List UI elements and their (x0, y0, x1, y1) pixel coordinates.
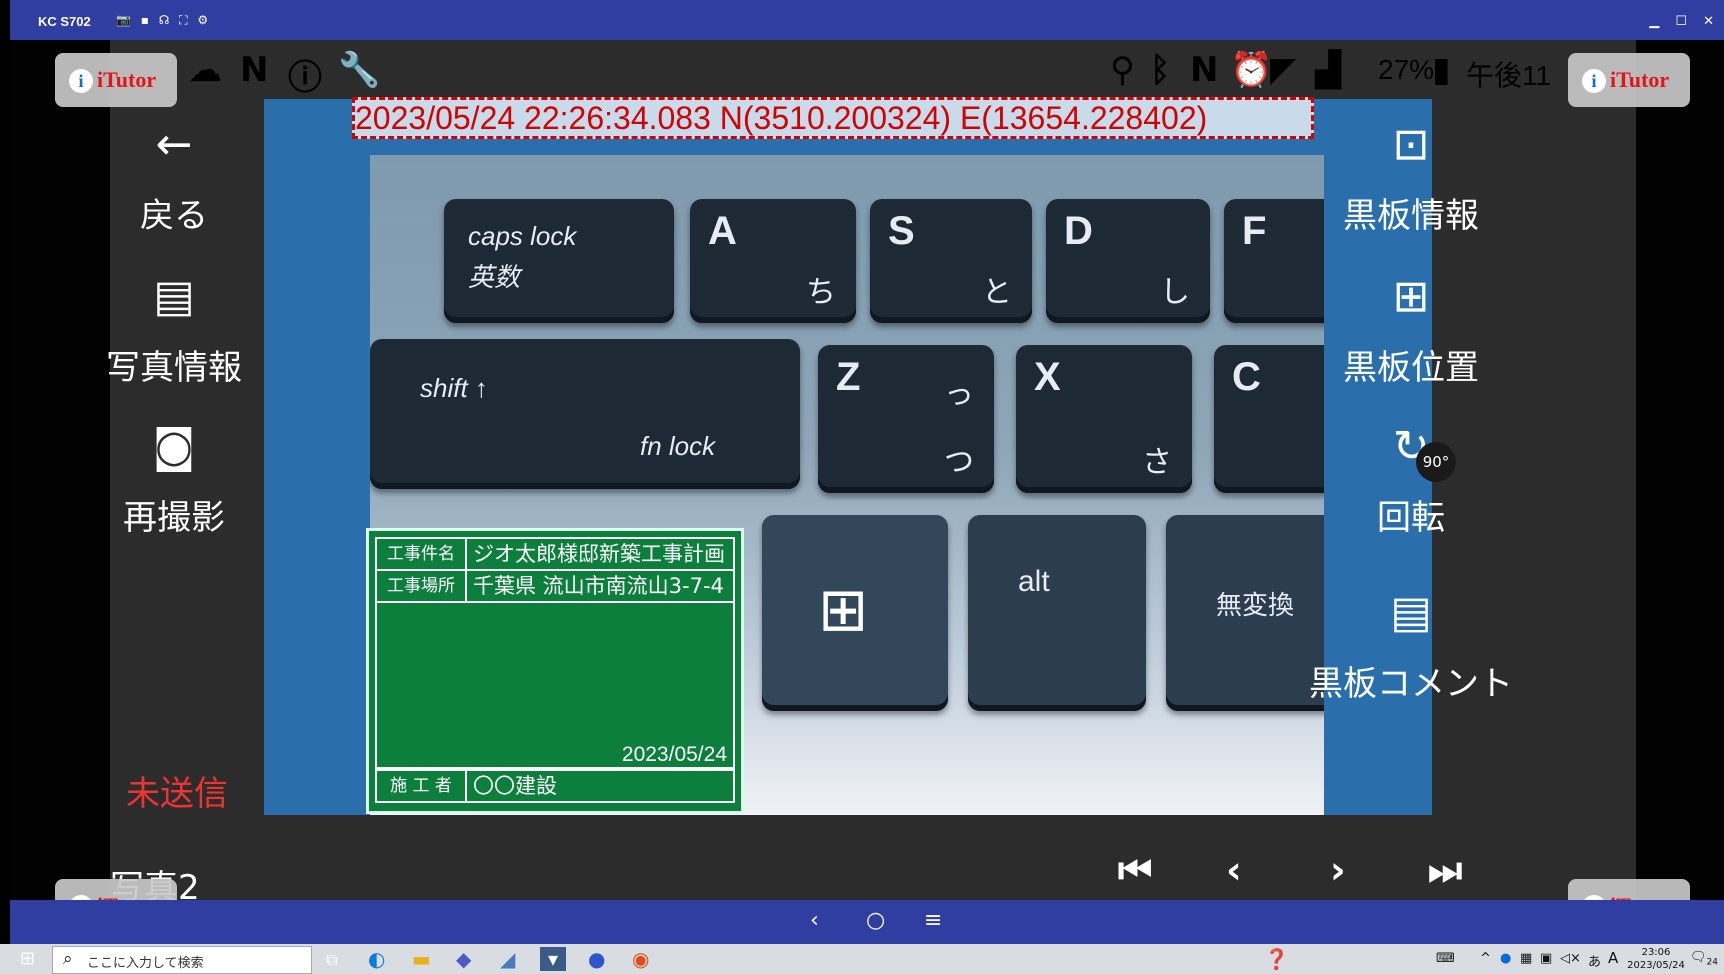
next-icon: › (1330, 848, 1346, 892)
nav-back-icon[interactable]: ‹ (810, 908, 819, 933)
photo-info-label: 写真情報 (106, 348, 242, 388)
n-app-taskbar-icon[interactable]: ● (588, 947, 605, 971)
app-area: ☁ N ⓘ 🔧 ⚲ ᛒ N ⏰ ◤ ▟ 27% ▮ 午後11 ← 戻る ▤ 写真… (106, 40, 1636, 908)
rotate-angle-badge: 90° (1416, 442, 1456, 482)
back-arrow-icon: ← (155, 119, 193, 170)
teams-icon[interactable]: ◆ (456, 947, 471, 971)
tray-keyboard-icon[interactable]: ⌨ (1436, 951, 1455, 966)
key-f: F (1224, 199, 1324, 323)
tray-volume-icon[interactable]: ◁× (1560, 951, 1581, 966)
board-info-label: 黒板情報 (1343, 196, 1479, 236)
window-titlebar: KC S702 📷 ▪ ☊ ⛶ ⚙ ▁ ☐ ✕ (10, 0, 1724, 40)
notification-icon[interactable]: 🗨24 (1690, 950, 1718, 968)
android-navbar: ‹ ○ ≡ (10, 900, 1724, 944)
cloud-icon: ☁ (188, 50, 222, 90)
back-button[interactable]: ← 戻る (104, 120, 244, 237)
key-x: Xさ (1016, 345, 1192, 493)
info-icon: ⓘ (288, 58, 322, 98)
android-screen: ☁ N ⓘ 🔧 ⚲ ᛒ N ⏰ ◤ ▟ 27% ▮ 午後11 ← 戻る ▤ 写真… (10, 40, 1724, 908)
windows-taskbar: ⊞ ⌕ ここに入力して検索 ⧉ ◐ ▬ ◆ ◢ ▾ ● ◉ ❓ ⌨ ^ ● ▦ … (0, 944, 1724, 974)
window-controls[interactable]: ▁ ☐ ✕ (1649, 14, 1720, 29)
explorer-icon[interactable]: ▬ (412, 947, 431, 971)
board-row-name: 工事件名 ジオ太郎様邸新築工事計画 (375, 537, 735, 571)
board-row-place: 工事場所 千葉県 流山市南流山3-7-4 (375, 569, 735, 603)
last-icon: ⏭ (1428, 848, 1463, 892)
location-icon: ⚲ (1110, 50, 1135, 90)
app-icon[interactable]: ◢ (500, 947, 515, 971)
edge-icon[interactable]: ◐ (368, 947, 385, 971)
key-alt: alt (968, 515, 1146, 711)
previous-photo-button[interactable]: ‹ (1226, 848, 1242, 892)
nav-home-icon[interactable]: ○ (866, 908, 885, 933)
search-icon: ⌕ (63, 949, 73, 969)
alarm-icon: ⏰ (1230, 50, 1273, 90)
battery-icon: ▮ (1432, 50, 1451, 90)
first-icon: ⏮ (1118, 848, 1153, 892)
retake-label: 再撮影 (123, 498, 225, 538)
key-z: Z っ つ (818, 345, 994, 493)
tray-itutor-icon[interactable]: ● (1500, 951, 1511, 966)
key-caps: caps lock 英数 (444, 199, 674, 323)
grid-icon: ⊞ (1392, 271, 1430, 322)
first-photo-button[interactable]: ⏮ (1118, 848, 1152, 893)
n-app-icon: N (240, 50, 269, 90)
nav-menu-icon[interactable]: ≡ (924, 908, 942, 933)
key-shift: shift ↑ fn lock (370, 339, 800, 489)
photo-info-button[interactable]: ▤ 写真情報 (104, 272, 244, 389)
photo-timestamp: 2023/05/24 22:26:34.083 N(3510.200324) E… (352, 97, 1314, 139)
kc-app-icon[interactable]: ▾ (540, 947, 567, 971)
key-a: Aち (690, 199, 856, 323)
itutor-watermark-tr: i iTutor (1568, 53, 1690, 107)
signal-icon: ▟ (1315, 50, 1342, 90)
board-comment-button[interactable]: ▤ 黒板コメント (1296, 588, 1526, 705)
next-photo-button[interactable]: › (1330, 848, 1346, 892)
key-d: Dし (1046, 199, 1210, 323)
tray-network-icon[interactable]: ▦ (1520, 951, 1532, 966)
help-icon[interactable]: ❓ (1264, 947, 1289, 971)
board-position-button[interactable]: ⊞ 黒板位置 (1326, 272, 1496, 389)
battery-percent: 27% (1378, 54, 1435, 85)
windows-logo-icon: ⊞ (818, 575, 869, 645)
nfc-icon: N (1190, 50, 1219, 90)
board-date: 2023/05/24 (621, 743, 727, 766)
rotate-icon: ↻ (1392, 421, 1430, 472)
bluetooth-icon: ᛒ (1150, 50, 1171, 90)
titlebar-tool-icons[interactable]: 📷 ▪ ☊ ⛶ ⚙ (116, 13, 211, 28)
status-time: 午後11 (1466, 60, 1552, 91)
start-icon[interactable]: ⊞ (20, 948, 35, 969)
taskbar-clock[interactable]: 23:06 2023/05/24 (1626, 946, 1686, 972)
tray-display-icon[interactable]: ▣ (1540, 951, 1552, 966)
comment-icon: ▤ (1390, 587, 1432, 638)
camera-icon: ◙ (152, 421, 196, 472)
wifi-icon: ◤ (1270, 50, 1297, 90)
unsent-status: 未送信 (126, 774, 228, 814)
board-info-button[interactable]: ⊡ 黒板情報 (1326, 120, 1496, 237)
itutor-watermark-tl: i iTutor (55, 53, 177, 107)
board-info-icon: ⊡ (1392, 119, 1430, 170)
last-photo-button[interactable]: ⏭ (1428, 848, 1462, 893)
window-title: KC S702 (38, 14, 91, 29)
board-row-contractor: 施 工 者〇〇建設 (375, 769, 735, 803)
key-c: C (1214, 345, 1324, 493)
wrench-icon: 🔧 (338, 50, 381, 90)
rotate-button[interactable]: ↻ 回転 (1326, 422, 1496, 539)
receipt-icon: ▤ (153, 271, 195, 322)
status-bar: ☁ N ⓘ 🔧 ⚲ ᛒ N ⏰ ◤ ▟ 27% ▮ 午後11 (110, 40, 1636, 100)
chrome-icon[interactable]: ◉ (632, 947, 649, 971)
tray-ime-icon[interactable]: あ (1588, 951, 1601, 970)
board-comment-label: 黒板コメント (1309, 664, 1513, 704)
rotate-label: 回転 (1377, 498, 1445, 538)
prev-icon: ‹ (1226, 848, 1242, 892)
back-label: 戻る (140, 196, 208, 236)
blackboard: 工事件名 ジオ太郎様邸新築工事計画 工事場所 千葉県 流山市南流山3-7-4 202… (366, 528, 744, 814)
tray-ime-mode[interactable]: A (1608, 949, 1618, 967)
task-view-icon[interactable]: ⧉ (326, 950, 337, 970)
key-windows: ⊞ (762, 515, 948, 711)
retake-button[interactable]: ◙ 再撮影 (104, 422, 244, 539)
tray-chevron-icon[interactable]: ^ (1480, 951, 1491, 966)
key-s: Sと (870, 199, 1032, 323)
board-position-label: 黒板位置 (1343, 348, 1479, 388)
taskbar-search[interactable]: ⌕ ここに入力して検索 (52, 946, 312, 974)
